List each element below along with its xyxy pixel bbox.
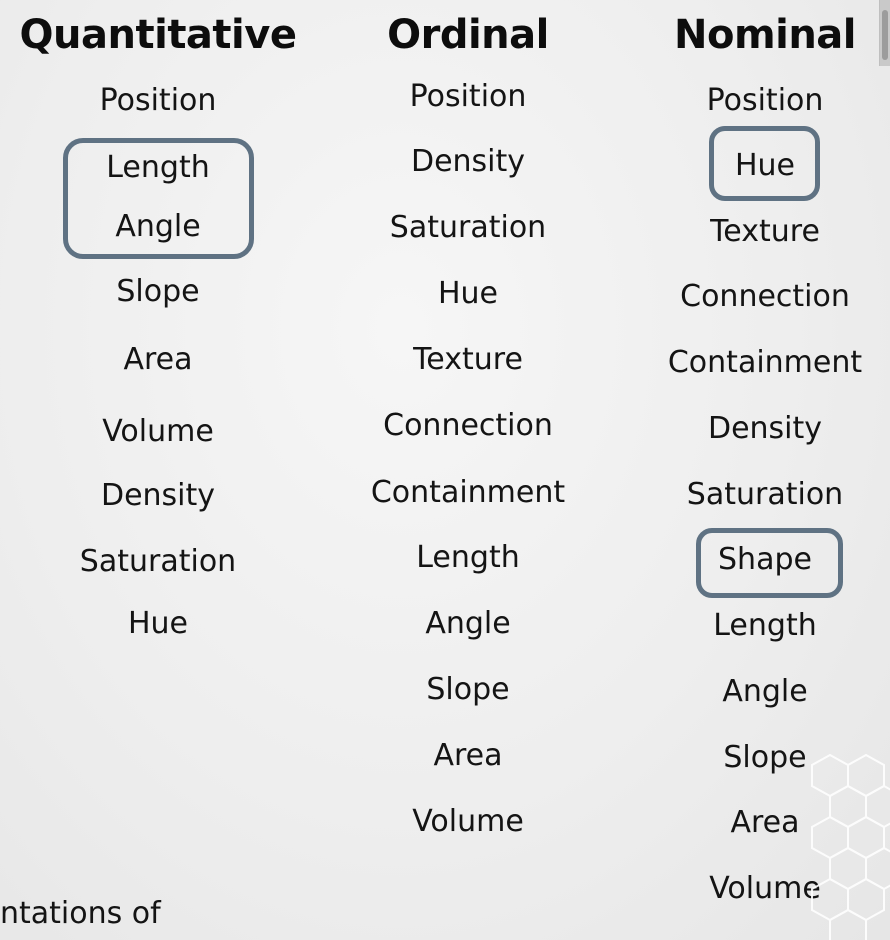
list-item: Area: [123, 342, 193, 377]
list-item: Angle: [425, 606, 511, 641]
highlight-box-length-angle: [63, 138, 254, 259]
list-item: Angle: [722, 674, 808, 709]
list-item: Density: [410, 144, 526, 179]
list-item: Containment: [667, 345, 863, 380]
scrollbar[interactable]: [879, 0, 890, 66]
list-item: Texture: [710, 214, 820, 249]
list-item: Connection: [383, 408, 553, 443]
list-item: Slope: [426, 672, 510, 707]
list-item: Volume: [412, 804, 524, 839]
list-item: Position: [706, 83, 824, 118]
highlight-box-hue: [709, 126, 820, 201]
list-item: Connection: [680, 279, 850, 314]
list-item: Area: [433, 738, 503, 773]
list-item: Texture: [413, 342, 523, 377]
list-item: Volume: [102, 414, 214, 449]
highlight-box-shape: [696, 528, 843, 598]
column-title-quantitative: Quantitative: [19, 12, 297, 58]
column-title-nominal: Nominal: [673, 12, 857, 58]
list-item: Density: [707, 411, 823, 446]
list-item: Saturation: [79, 544, 237, 579]
hexagon-pattern-icon: [811, 753, 890, 940]
list-item: Saturation: [686, 477, 844, 512]
list-item: Position: [409, 79, 527, 114]
list-item: Hue: [127, 606, 189, 641]
list-item: Saturation: [389, 210, 547, 245]
column-title-ordinal: Ordinal: [387, 12, 549, 58]
list-item: Position: [99, 83, 217, 118]
list-item: Length: [713, 608, 817, 643]
list-item: Length: [416, 540, 520, 575]
list-item: Hue: [437, 276, 499, 311]
footer-text-fragment: ntations of: [0, 896, 161, 931]
list-item: Density: [100, 478, 216, 513]
list-item: Slope: [116, 274, 200, 309]
list-item: Containment: [370, 475, 566, 510]
scrollbar-thumb[interactable]: [882, 10, 888, 60]
